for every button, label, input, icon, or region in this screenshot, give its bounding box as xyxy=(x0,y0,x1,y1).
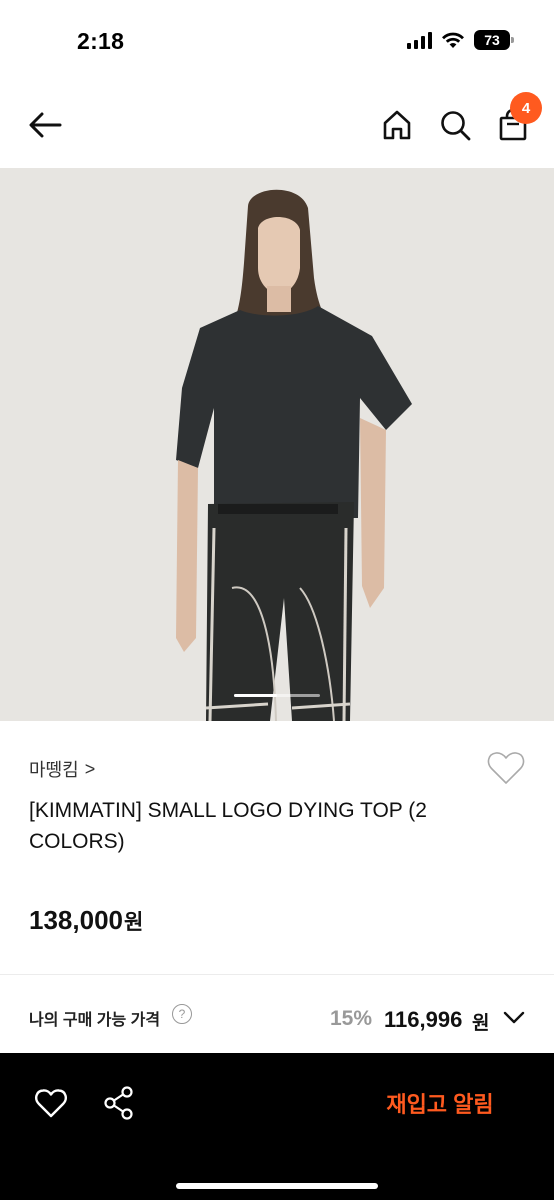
restock-alert-button[interactable]: 재입고 알림 xyxy=(360,1079,520,1127)
status-time: 2:18 xyxy=(77,28,125,54)
status-icons: 73 xyxy=(407,30,514,50)
image-page-indicator xyxy=(234,694,320,697)
brand-link[interactable]: 마뗑킴 > xyxy=(29,756,95,782)
product-title: [KIMMATIN] SMALL LOGO DYING TOP (2 COLOR… xyxy=(29,799,427,853)
battery-level: 73 xyxy=(484,32,500,48)
wifi-icon xyxy=(441,31,465,49)
chevron-down-icon xyxy=(503,1011,525,1024)
my-price-label: 나의 구매 가능 가격 xyxy=(29,1012,161,1029)
discount-rate: 15% xyxy=(330,1007,373,1030)
home-icon xyxy=(383,110,411,140)
price-value: 138,000 xyxy=(29,905,123,935)
wishlist-button[interactable] xyxy=(486,750,526,786)
help-icon[interactable]: ? xyxy=(172,1004,192,1024)
search-button[interactable] xyxy=(438,108,472,142)
home-indicator xyxy=(176,1183,378,1189)
home-button[interactable] xyxy=(380,108,414,142)
price-unit: 원 xyxy=(123,911,144,934)
heart-icon xyxy=(35,1089,67,1118)
signal-icon xyxy=(407,31,432,49)
product-photo xyxy=(0,168,554,721)
share-button[interactable] xyxy=(102,1085,136,1121)
top-nav-bar: 4 xyxy=(0,80,554,168)
my-price-row[interactable]: 나의 구매 가능 가격 ? 15% 116,996 원 xyxy=(0,975,554,1055)
back-arrow-icon xyxy=(29,112,62,138)
bottom-action-bar: 재입고 알림 xyxy=(0,1053,554,1200)
like-button[interactable] xyxy=(34,1087,68,1119)
heart-outline-icon xyxy=(487,752,525,784)
chevron-right-icon: > xyxy=(84,758,96,779)
expand-button[interactable] xyxy=(502,1007,526,1027)
battery-icon: 73 xyxy=(474,30,514,50)
product-price: 138,000 원 xyxy=(29,905,143,936)
brand-name: 마뗑킴 xyxy=(29,760,79,780)
status-bar: 2:18 73 xyxy=(0,0,554,80)
search-icon xyxy=(441,111,471,141)
cart-count-badge: 4 xyxy=(510,92,542,124)
back-button[interactable] xyxy=(26,108,66,142)
discount-price: 116,996 xyxy=(384,1007,463,1032)
product-image[interactable] xyxy=(0,168,554,721)
discount-unit: 원 xyxy=(472,1013,490,1034)
share-icon xyxy=(104,1086,133,1120)
